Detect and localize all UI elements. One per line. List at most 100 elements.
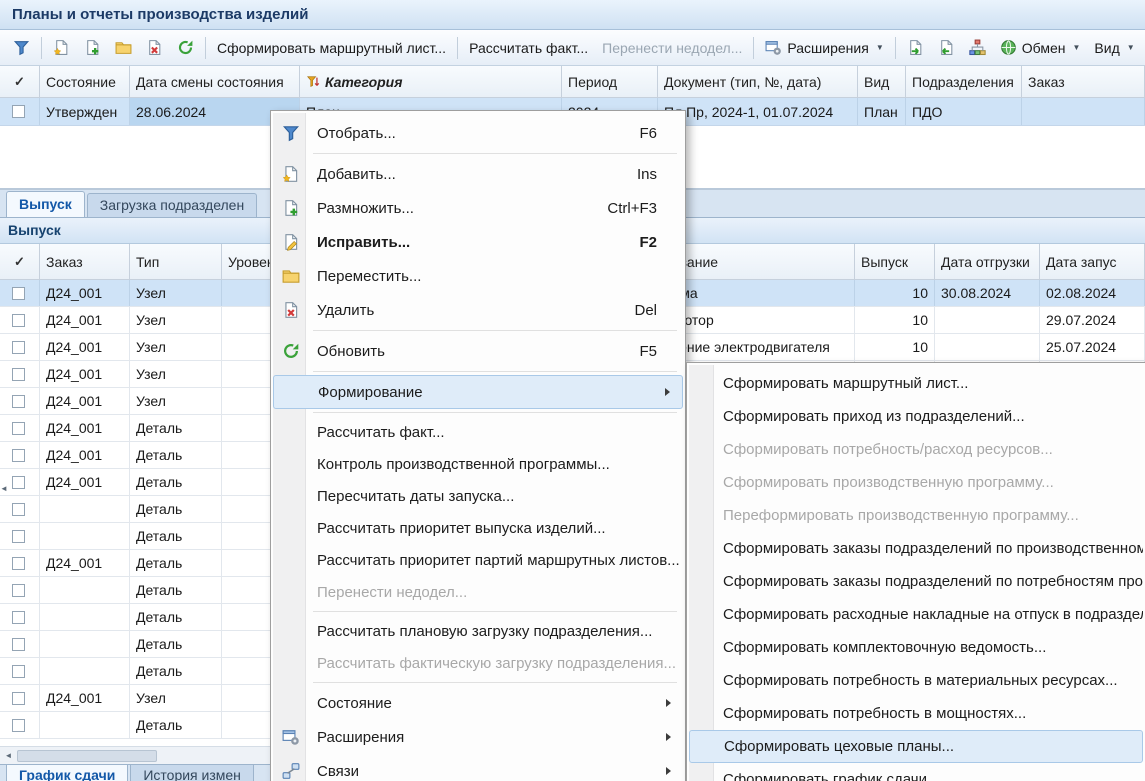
row-checkbox[interactable] [12, 449, 25, 462]
submenu-item-label: Сформировать комплектовочную ведомость..… [723, 639, 1046, 656]
exchange-button[interactable]: Обмен▼ [993, 35, 1088, 60]
cell-order: Д24_001 [40, 280, 130, 306]
row-checkbox[interactable] [12, 503, 25, 516]
submenu-item[interactable]: Сформировать потребность в материальных … [689, 664, 1143, 697]
row-checkbox[interactable] [12, 287, 25, 300]
generate-route-sheet-label: Сформировать маршрутный лист... [217, 40, 446, 56]
category-label: Категория [325, 74, 402, 90]
row-checkbox[interactable] [12, 584, 25, 597]
row-checkbox[interactable] [12, 530, 25, 543]
scroll-left-icon[interactable]: ◄ [0, 747, 17, 764]
menu-item[interactable]: Формирование [273, 375, 683, 409]
menu-item[interactable]: Отобрать...F6 [273, 116, 683, 150]
import-button[interactable] [931, 35, 962, 60]
submenu-item[interactable]: Сформировать график сдачи... [689, 763, 1143, 781]
org-chart-button[interactable] [962, 35, 993, 60]
row-checkbox[interactable] [12, 557, 25, 570]
check-column-header[interactable]: ✓ [0, 66, 40, 97]
column-header-state-date[interactable]: Дата смены состояния [130, 66, 300, 97]
chevron-down-icon: ▼ [1127, 43, 1135, 52]
menu-item-label: Отобрать... [317, 125, 396, 142]
submenu-item-label: Сформировать цеховые планы... [724, 738, 954, 755]
check-column-header[interactable]: ✓ [0, 244, 40, 279]
column-header-order[interactable]: Заказ [1022, 66, 1145, 97]
tab-load-departments[interactable]: Загрузка подразделен [87, 193, 257, 217]
column-header-state[interactable]: Состояние [40, 66, 130, 97]
menu-item[interactable]: Состояние [273, 686, 683, 720]
submenu-item[interactable]: Сформировать заказы подразделений по пот… [689, 565, 1143, 598]
column-header-ship-date[interactable]: Дата отгрузки [935, 244, 1040, 279]
menu-item[interactable]: Переместить... [273, 259, 683, 293]
cell-type: Деталь [130, 658, 222, 684]
menu-item[interactable]: Рассчитать плановую загрузку подразделен… [273, 615, 683, 647]
column-header-period[interactable]: Период [562, 66, 658, 97]
row-check-cell [0, 496, 40, 522]
submenu-item[interactable]: Сформировать маршрутный лист... [689, 367, 1143, 400]
calculate-fact-button[interactable]: Рассчитать факт... [462, 36, 595, 60]
cell-type: Деталь [130, 469, 222, 495]
menu-item[interactable]: Добавить...Ins [273, 157, 683, 191]
column-header-category[interactable]: Категория [300, 66, 562, 97]
move-button[interactable] [108, 35, 139, 60]
submenu-arrow-icon [666, 699, 671, 707]
row-checkbox[interactable] [12, 476, 25, 489]
row-checkbox[interactable] [12, 692, 25, 705]
cell-order: Д24_001 [40, 334, 130, 360]
menu-item[interactable]: Рассчитать приоритет партий маршрутных л… [273, 544, 683, 576]
menu-item[interactable]: Размножить...Ctrl+F3 [273, 191, 683, 225]
view-button[interactable]: Вид▼ [1087, 36, 1141, 60]
column-header-qty[interactable]: Выпуск [855, 244, 935, 279]
org-chart-icon [969, 39, 986, 56]
row-checkbox[interactable] [12, 611, 25, 624]
filter-button[interactable] [6, 35, 37, 60]
refresh-icon [282, 342, 300, 360]
submenu-item[interactable]: Сформировать расходные накладные на отпу… [689, 598, 1143, 631]
row-checkbox[interactable] [12, 341, 25, 354]
submenu-item[interactable]: Сформировать заказы подразделений по про… [689, 532, 1143, 565]
row-checkbox[interactable] [12, 665, 25, 678]
menu-item[interactable]: Рассчитать приоритет выпуска изделий... [273, 512, 683, 544]
cell-type: Деталь [130, 415, 222, 441]
submenu-item[interactable]: Сформировать потребность в мощностях... [689, 697, 1143, 730]
row-checkbox[interactable] [12, 368, 25, 381]
submenu-item[interactable]: Сформировать комплектовочную ведомость..… [689, 631, 1143, 664]
column-header-type[interactable]: Тип [130, 244, 222, 279]
add-button[interactable] [46, 35, 77, 60]
tab-history[interactable]: История измен [130, 765, 254, 781]
row-checkbox[interactable] [12, 105, 25, 118]
menu-item[interactable]: Исправить...F2 [273, 225, 683, 259]
column-header-kind[interactable]: Вид [858, 66, 906, 97]
scrollbar-thumb[interactable] [17, 750, 157, 762]
menu-item[interactable]: Контроль производственной программы... [273, 448, 683, 480]
splitter-collapse-icon[interactable]: ◄ [0, 484, 8, 493]
submenu-item-label: Сформировать потребность в материальных … [723, 672, 1118, 689]
menu-item[interactable]: Рассчитать факт... [273, 416, 683, 448]
refresh-button[interactable] [170, 35, 201, 60]
column-header-launch-date[interactable]: Дата запус [1040, 244, 1145, 279]
column-header-document[interactable]: Документ (тип, №, дата) [658, 66, 858, 97]
column-header-departments[interactable]: Подразделения [906, 66, 1022, 97]
menu-item[interactable]: Расширения [273, 720, 683, 754]
extensions-button[interactable]: Расширения▼ [758, 35, 890, 60]
menu-item[interactable]: УдалитьDel [273, 293, 683, 327]
submenu-arrow-icon [666, 733, 671, 741]
column-header-order[interactable]: Заказ [40, 244, 130, 279]
submenu-item[interactable]: Сформировать приход из подразделений... [689, 400, 1143, 433]
row-checkbox[interactable] [12, 395, 25, 408]
generate-route-sheet-button[interactable]: Сформировать маршрутный лист... [210, 36, 453, 60]
submenu-item[interactable]: Сформировать цеховые планы... [689, 730, 1143, 763]
menu-item-label: Контроль производственной программы... [317, 456, 610, 473]
tab-vypusk[interactable]: Выпуск [6, 191, 85, 217]
export-button[interactable] [900, 35, 931, 60]
row-checkbox[interactable] [12, 719, 25, 732]
menu-item[interactable]: Связи [273, 754, 683, 781]
copy-button[interactable] [77, 35, 108, 60]
menu-item[interactable]: Пересчитать даты запуска... [273, 480, 683, 512]
row-check-cell [0, 631, 40, 657]
tab-schedule[interactable]: График сдачи [6, 765, 128, 781]
menu-item[interactable]: ОбновитьF5 [273, 334, 683, 368]
row-checkbox[interactable] [12, 638, 25, 651]
row-checkbox[interactable] [12, 314, 25, 327]
delete-button[interactable] [139, 35, 170, 60]
row-checkbox[interactable] [12, 422, 25, 435]
